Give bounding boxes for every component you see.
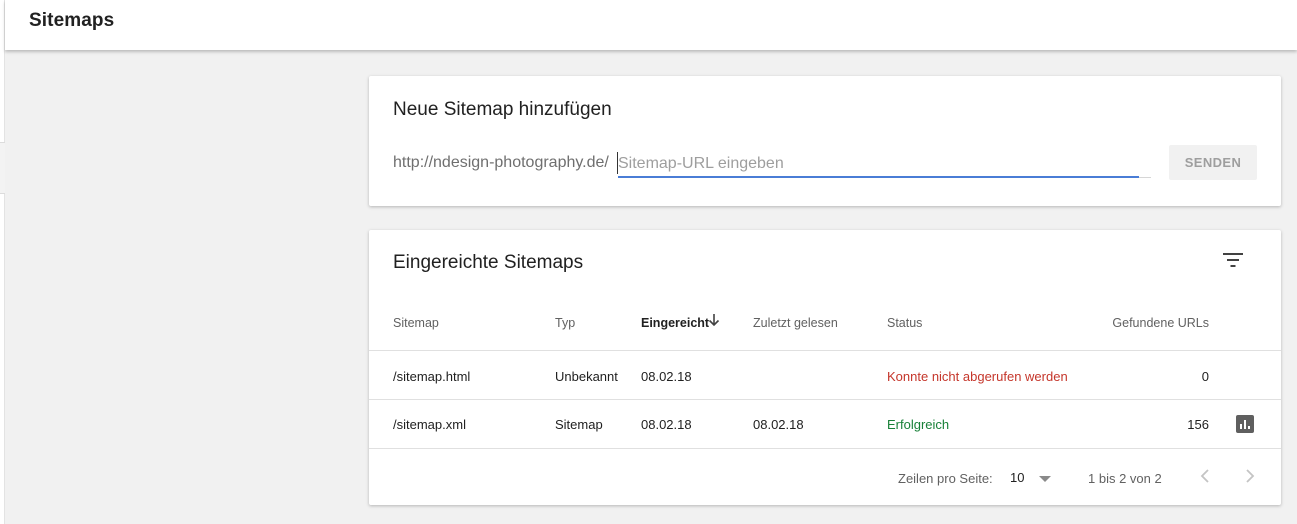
submitted-sitemaps-title: Eingereichte Sitemaps — [393, 252, 584, 273]
table-row-2-status: Erfolgreich — [887, 417, 950, 432]
row-divider-1 — [369, 399, 1281, 400]
column-header-zuletzt-gelesen[interactable]: Zuletzt gelesen — [753, 316, 838, 330]
left-edge-panel — [0, 0, 5, 524]
table-row-1-sitemap[interactable]: /sitemap.html — [393, 369, 470, 384]
table-row-2-sitemap[interactable]: /sitemap.xml — [393, 417, 466, 432]
text-caret — [617, 152, 618, 174]
table-row-2-zuletzt-gelesen: 08.02.18 — [753, 417, 804, 432]
dropdown-caret-icon[interactable] — [1039, 476, 1051, 482]
bar-chart-icon[interactable] — [1236, 415, 1254, 433]
page-header: Sitemaps — [5, 0, 1297, 50]
row-divider-2 — [369, 448, 1281, 449]
add-sitemap-card: Neue Sitemap hinzufügen http://ndesign-p… — [369, 76, 1281, 206]
column-header-sitemap[interactable]: Sitemap — [393, 316, 439, 330]
table-row-2-eingereicht: 08.02.18 — [641, 417, 692, 432]
table-row-2-typ: Sitemap — [555, 417, 603, 432]
table-row-1-typ: Unbekannt — [555, 369, 618, 384]
pagination-range: 1 bis 2 von 2 — [1088, 471, 1162, 486]
table-row-1-urls: 0 — [1201, 369, 1209, 384]
chevron-left-icon[interactable] — [1198, 466, 1214, 486]
rows-per-page-select[interactable]: 10 — [1010, 470, 1024, 485]
url-prefix: http://ndesign-photography.de/ — [393, 154, 609, 171]
header-divider — [369, 350, 1281, 351]
submitted-sitemaps-card: Eingereichte Sitemaps Sitemap Typ Einger… — [369, 230, 1281, 505]
left-edge-marker — [0, 142, 5, 194]
sitemap-url-input[interactable] — [618, 152, 1139, 178]
page: Sitemaps Neue Sitemap hinzufügen http://… — [0, 0, 1297, 524]
input-underline-tail — [1139, 177, 1151, 178]
rows-per-page-label: Zeilen pro Seite: — [898, 471, 993, 486]
column-header-gefundene-urls[interactable]: Gefundene URLs — [1112, 316, 1209, 330]
add-sitemap-title: Neue Sitemap hinzufügen — [393, 99, 612, 120]
column-header-typ[interactable]: Typ — [555, 316, 575, 330]
table-row-2-urls: 156 — [1187, 417, 1209, 432]
filter-list-icon[interactable] — [1222, 250, 1244, 270]
table-row-1-eingereicht: 08.02.18 — [641, 369, 692, 384]
table-row-1-status: Konnte nicht abgerufen werden — [887, 369, 1068, 384]
send-button[interactable]: SENDEN — [1169, 145, 1257, 180]
chevron-right-icon[interactable] — [1241, 466, 1257, 486]
column-header-eingereicht[interactable]: Eingereicht — [641, 316, 709, 330]
column-header-status[interactable]: Status — [887, 316, 922, 330]
page-title: Sitemaps — [29, 10, 115, 31]
sort-descending-arrow-icon[interactable] — [707, 312, 721, 328]
